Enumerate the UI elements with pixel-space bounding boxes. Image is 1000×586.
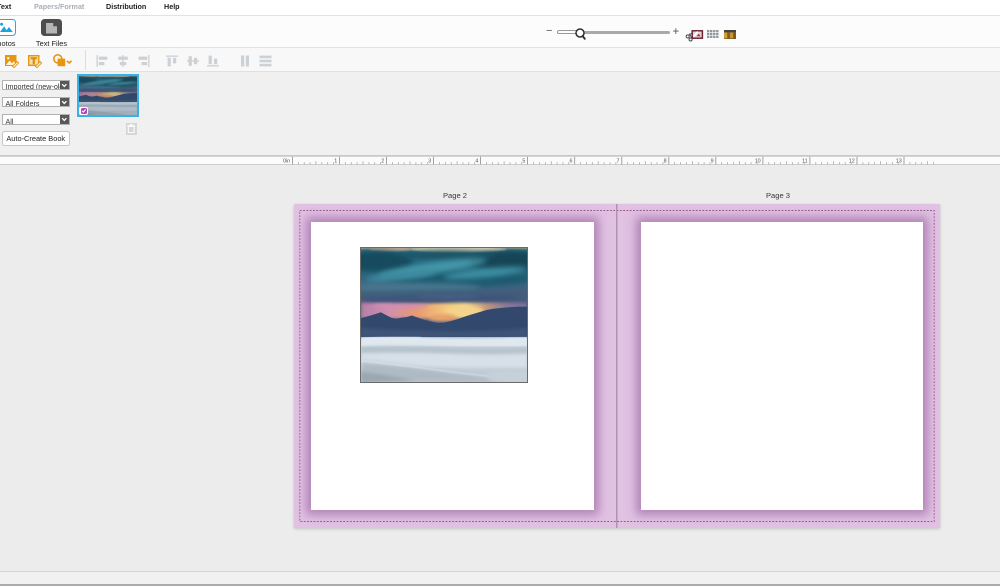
svg-text:10: 10	[755, 159, 761, 165]
svg-text:1: 1	[334, 159, 337, 165]
svg-text:5: 5	[522, 159, 525, 165]
svg-text:11: 11	[802, 159, 808, 165]
svg-text:3: 3	[428, 159, 431, 165]
svg-text:0in: 0in	[283, 159, 290, 165]
svg-text:4: 4	[475, 159, 478, 165]
svg-text:12: 12	[849, 159, 855, 165]
svg-text:9: 9	[711, 159, 714, 165]
svg-text:2: 2	[381, 159, 384, 165]
svg-text:13: 13	[896, 159, 902, 165]
svg-text:6: 6	[570, 159, 573, 165]
svg-text:8: 8	[664, 159, 667, 165]
svg-text:7: 7	[617, 159, 620, 165]
